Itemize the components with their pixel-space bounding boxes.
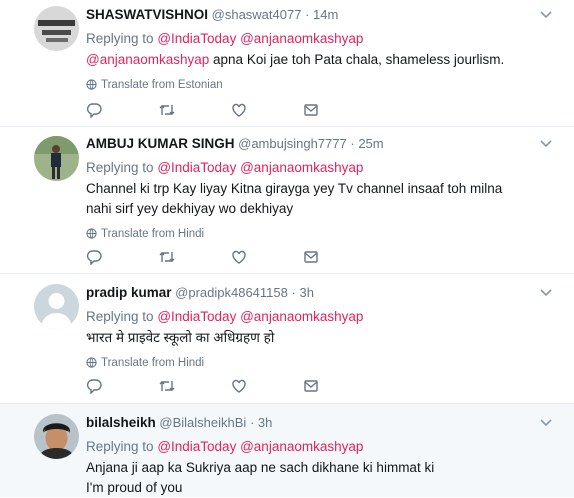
avatar[interactable]: [34, 284, 79, 329]
tweet-text-line: Anjana ji aap ka Sukriya aap ne sach dik…: [86, 460, 435, 475]
message-icon[interactable]: [303, 102, 319, 118]
tweet-header: AMBUJ KUMAR SINGH @ambujsingh7777 · 25m: [86, 135, 564, 153]
mention-link[interactable]: @anjanaomkashyap: [240, 31, 363, 46]
separator-dot: ·: [249, 415, 255, 430]
display-name[interactable]: pradip kumar: [86, 285, 172, 300]
mention-link[interactable]: @IndiaToday: [157, 31, 236, 46]
timestamp[interactable]: 3h: [299, 285, 313, 300]
tweet-header: bilalsheikh @BilalsheikhBi · 3h: [86, 414, 564, 432]
replying-to: Replying to @IndiaToday @anjanaomkashyap: [86, 159, 564, 177]
tweet-header: pradip kumar @pradipk48641158 · 3h: [86, 284, 564, 302]
tweet-3[interactable]: pradip kumar @pradipk48641158 · 3h Reply…: [0, 274, 574, 404]
replying-label: Replying to: [86, 309, 154, 324]
separator-dot: ·: [350, 136, 355, 151]
message-icon[interactable]: [303, 249, 319, 265]
handle[interactable]: @ambujsingh7777: [238, 136, 347, 151]
separator-dot: ·: [305, 7, 310, 22]
replying-label: Replying to: [86, 439, 154, 454]
timestamp[interactable]: 3h: [258, 415, 272, 430]
tweet-text: Channel ki trp Kay liyay Kitna girayga y…: [86, 181, 503, 216]
replying-label: Replying to: [86, 31, 154, 46]
tweet-text: @anjanaomkashyap apna Koi jae toh Pata c…: [86, 50, 564, 70]
display-name[interactable]: bilalsheikh: [86, 415, 156, 430]
tweet-1[interactable]: SHASWATVISHNOI @shaswat4077 · 14m Replyi…: [0, 0, 574, 127]
replying-to: Replying to @IndiaToday @anjanaomkashyap: [86, 308, 564, 326]
chevron-down-icon[interactable]: [540, 288, 552, 300]
chevron-down-icon[interactable]: [540, 10, 552, 22]
globe-icon: [86, 357, 97, 368]
timestamp[interactable]: 14m: [313, 7, 338, 22]
tweet-text: भारत मे प्राइवेट स्कूलो का अधिग्रहण हो: [86, 330, 275, 345]
display-name[interactable]: SHASWATVISHNOI: [86, 7, 208, 22]
retweet-icon[interactable]: [158, 378, 175, 394]
reply-icon[interactable]: [86, 378, 102, 395]
tweet-header: SHASWATVISHNOI @shaswat4077 · 14m: [86, 6, 564, 24]
reply-icon[interactable]: [86, 249, 102, 266]
like-icon[interactable]: [231, 378, 247, 394]
globe-icon: [86, 79, 97, 90]
translate-label: Translate from Hindi: [101, 357, 205, 369]
timestamp[interactable]: 25m: [358, 136, 383, 151]
translate-link[interactable]: Translate from Hindi: [86, 227, 564, 241]
mention-link[interactable]: @anjanaomkashyap: [240, 439, 363, 454]
mention-link[interactable]: @IndiaToday: [157, 439, 236, 454]
avatar[interactable]: [34, 136, 79, 181]
tweet-2[interactable]: AMBUJ KUMAR SINGH @ambujsingh7777 · 25m …: [0, 127, 574, 274]
replying-to: Replying to @IndiaToday @anjanaomkashyap: [86, 438, 564, 456]
tweet-text: Anjana ji aap ka Sukriya aap ne sach dik…: [86, 458, 564, 498]
globe-icon: [86, 228, 97, 239]
handle[interactable]: @BilalsheikhBi: [159, 415, 246, 430]
tweet-4[interactable]: bilalsheikh @BilalsheikhBi · 3h Replying…: [0, 404, 574, 497]
replying-to: Replying to @IndiaToday @anjanaomkashyap: [86, 30, 564, 48]
handle[interactable]: @shaswat4077: [212, 7, 302, 22]
translate-link[interactable]: Translate from Estonian: [86, 78, 564, 92]
reply-icon[interactable]: [86, 102, 102, 119]
mention-link[interactable]: @anjanaomkashyap: [86, 52, 209, 67]
mention-link[interactable]: @anjanaomkashyap: [240, 309, 363, 324]
like-icon[interactable]: [231, 102, 247, 118]
mention-link[interactable]: @IndiaToday: [157, 160, 236, 175]
translate-label: Translate from Hindi: [101, 228, 205, 240]
avatar[interactable]: [34, 6, 79, 51]
tweet-text-line: I'm proud of you: [86, 480, 183, 495]
mention-link[interactable]: @IndiaToday: [157, 309, 236, 324]
chevron-down-icon[interactable]: [540, 418, 552, 430]
retweet-icon[interactable]: [158, 102, 175, 118]
retweet-icon[interactable]: [158, 249, 175, 265]
translate-label: Translate from Estonian: [101, 79, 223, 91]
translate-link[interactable]: Translate from Hindi: [86, 356, 564, 370]
chevron-down-icon[interactable]: [540, 139, 552, 151]
handle[interactable]: @pradipk48641158: [175, 285, 288, 300]
display-name[interactable]: AMBUJ KUMAR SINGH: [86, 136, 235, 151]
tweet-text-body: apna Koi jae toh Pata chala, shameless j…: [209, 52, 505, 67]
replying-label: Replying to: [86, 160, 154, 175]
message-icon[interactable]: [303, 378, 319, 394]
separator-dot: ·: [291, 285, 296, 300]
avatar[interactable]: [34, 414, 79, 459]
mention-link[interactable]: @anjanaomkashyap: [240, 160, 363, 175]
like-icon[interactable]: [231, 249, 247, 265]
